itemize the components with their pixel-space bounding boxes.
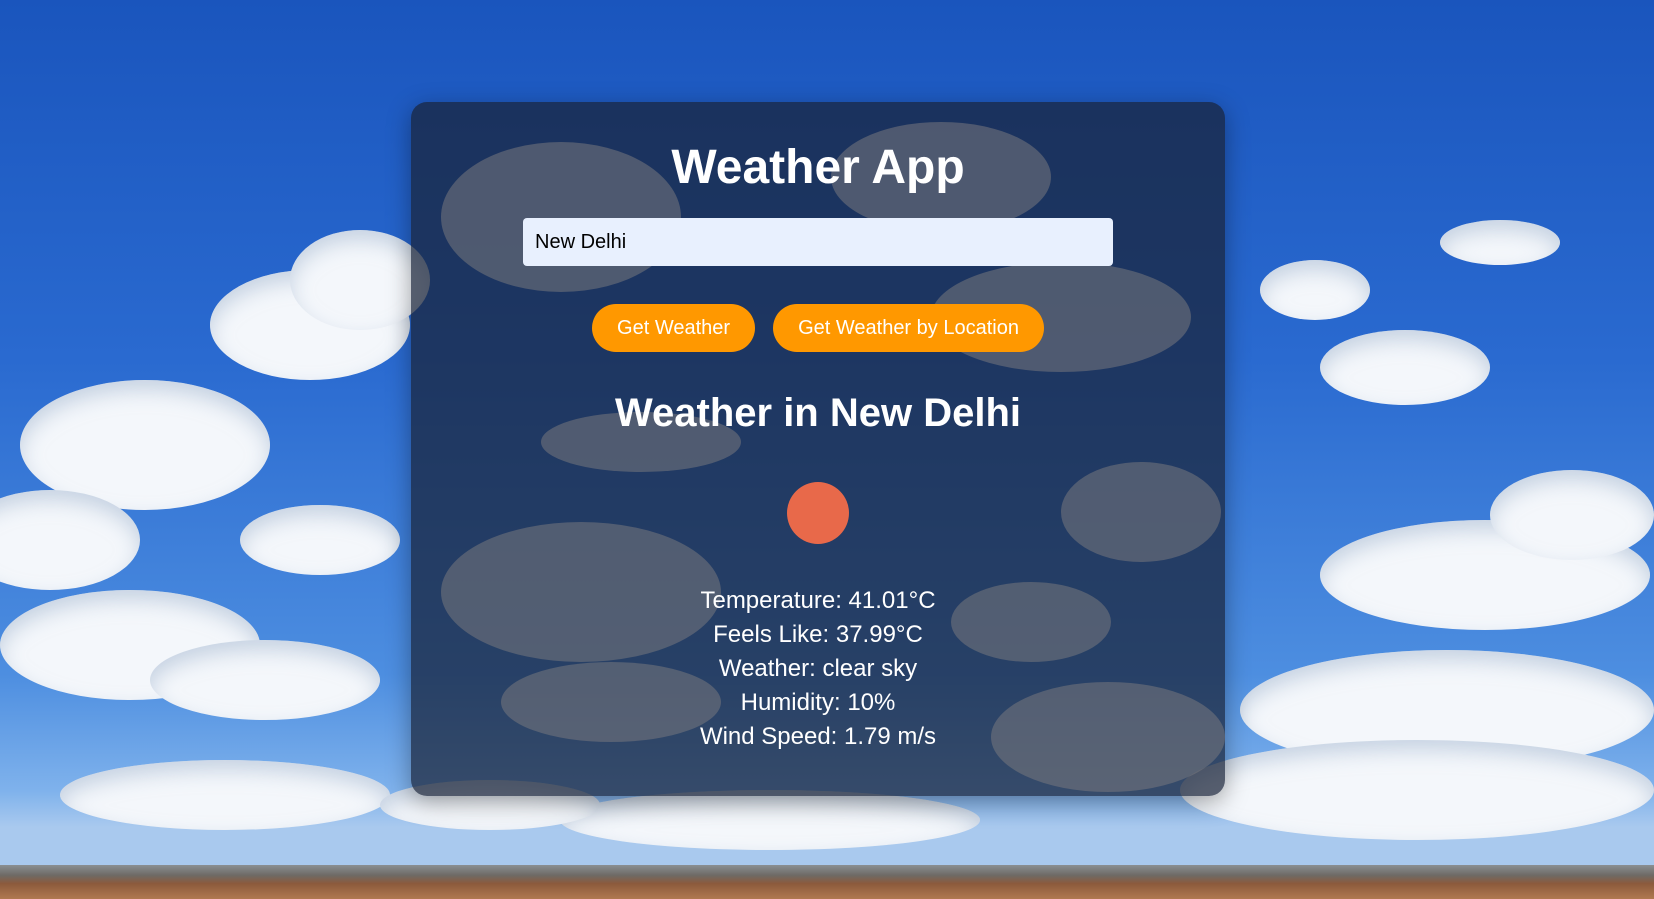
cloud-decoration bbox=[1440, 220, 1560, 265]
get-weather-button[interactable]: Get Weather bbox=[592, 304, 756, 352]
weather-condition-text: Weather: clear sky bbox=[718, 655, 918, 682]
button-row: Get Weather Get Weather by Location bbox=[411, 304, 1225, 352]
cloud-decoration bbox=[560, 790, 980, 850]
cloud-decoration bbox=[60, 760, 390, 830]
cloud-decoration bbox=[1180, 740, 1654, 840]
cloud-decoration bbox=[1320, 330, 1490, 405]
humidity-text: Humidity: 10% bbox=[740, 689, 896, 716]
cloud-decoration bbox=[290, 230, 430, 330]
cloud-decoration bbox=[240, 505, 400, 575]
sky-background: Weather App Get Weather Get Weather by L… bbox=[0, 0, 1654, 899]
wind-speed-text: Wind Speed: 1.79 m/s bbox=[699, 723, 937, 750]
feels-like-text: Feels Like: 37.99°C bbox=[713, 621, 923, 648]
cloud-decoration bbox=[1260, 260, 1370, 320]
weather-details: Temperature: 41.01°C Feels Like: 37.99°C… bbox=[411, 584, 1225, 754]
weather-card: Weather App Get Weather Get Weather by L… bbox=[411, 102, 1225, 796]
card-content: Weather App Get Weather Get Weather by L… bbox=[411, 102, 1225, 754]
get-weather-by-location-button[interactable]: Get Weather by Location bbox=[773, 304, 1044, 352]
weather-location-heading: Weather in New Delhi bbox=[614, 391, 1021, 435]
ground-horizon bbox=[0, 865, 1654, 899]
app-title: Weather App bbox=[671, 141, 965, 194]
cloud-decoration bbox=[150, 640, 380, 720]
sun-icon bbox=[787, 482, 849, 544]
city-search-input[interactable] bbox=[523, 218, 1113, 266]
temperature-text: Temperature: 41.01°C bbox=[700, 587, 936, 614]
cloud-decoration bbox=[1490, 470, 1654, 560]
